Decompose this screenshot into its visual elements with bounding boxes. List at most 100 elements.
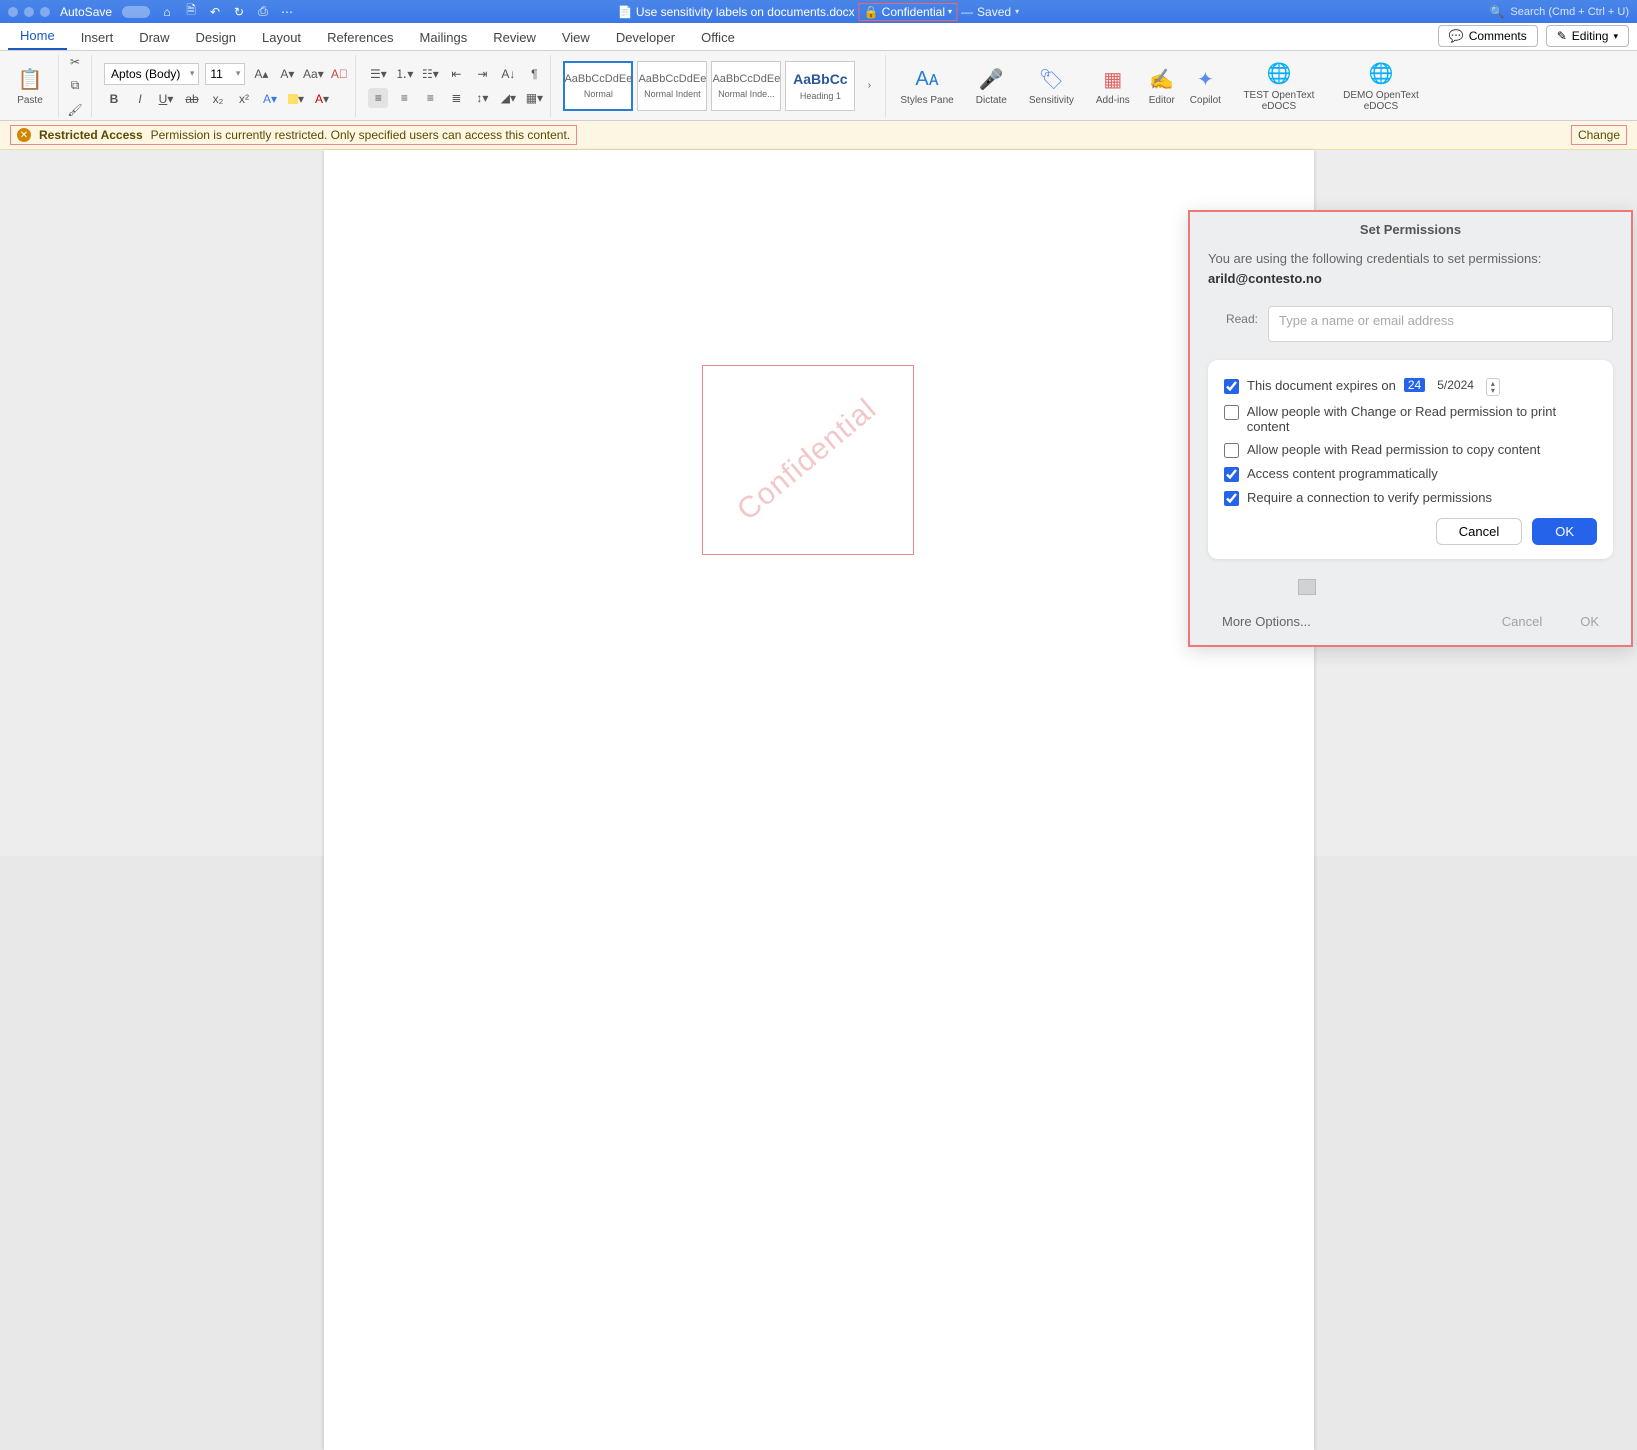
- sensitivity-badge[interactable]: 🔒 Confidential ▾: [859, 3, 957, 21]
- superscript-icon[interactable]: x²: [234, 89, 254, 109]
- dictate-button[interactable]: 🎤 Dictate: [968, 55, 1015, 117]
- paste-button[interactable]: 📋 Paste: [8, 55, 52, 117]
- editing-label: Editing: [1572, 29, 1609, 43]
- more-icon[interactable]: ⋯: [280, 5, 294, 19]
- font-color-icon[interactable]: A▾: [312, 89, 332, 109]
- copilot-button[interactable]: ✦ Copilot: [1186, 55, 1225, 117]
- style-label: Normal Indent: [644, 89, 701, 99]
- change-case-icon[interactable]: Aa▾: [303, 64, 323, 84]
- document-page[interactable]: Confidential: [324, 150, 1314, 1450]
- connection-option[interactable]: Require a connection to verify permissio…: [1224, 490, 1597, 506]
- shading-icon[interactable]: ◢▾: [498, 88, 518, 108]
- ribbon: 📋 Paste ✂ ⧉ 🖌 Aptos (Body) 11▾ A▴ A▾ Aa▾…: [0, 51, 1637, 121]
- allow-copy-option[interactable]: Allow people with Read permission to cop…: [1224, 442, 1597, 458]
- paragraph-marks-icon[interactable]: ¶: [524, 64, 544, 84]
- multilevel-icon[interactable]: ☷▾: [420, 64, 440, 84]
- chevron-down-icon[interactable]: ▾: [1015, 7, 1019, 16]
- tab-home[interactable]: Home: [8, 22, 67, 50]
- expires-option[interactable]: This document expires on 24 5/2024 ▴▾: [1224, 378, 1597, 396]
- format-painter-icon[interactable]: 🖌: [65, 100, 85, 120]
- undo-icon[interactable]: ↶: [208, 5, 222, 19]
- test-edocs-button[interactable]: 🌐 TEST OpenText eDOCS: [1231, 55, 1327, 117]
- demo-edocs-button[interactable]: 🌐 DEMO OpenText eDOCS: [1333, 55, 1429, 117]
- outer-ok-button[interactable]: OK: [1566, 608, 1613, 635]
- copy-icon[interactable]: ⧉: [65, 76, 85, 96]
- save-icon[interactable]: 🗎: [184, 5, 198, 19]
- highlight-icon[interactable]: ▾: [286, 89, 306, 109]
- align-right-icon[interactable]: ≡: [420, 88, 440, 108]
- increase-indent-icon[interactable]: ⇥: [472, 64, 492, 84]
- address-book-icon[interactable]: [1298, 579, 1316, 595]
- increase-font-icon[interactable]: A▴: [251, 64, 271, 84]
- allow-print-option[interactable]: Allow people with Change or Read permiss…: [1224, 404, 1597, 434]
- tab-layout[interactable]: Layout: [250, 24, 313, 50]
- clear-format-icon[interactable]: A⃠: [329, 64, 349, 84]
- search-hint[interactable]: Search (Cmd + Ctrl + U): [1510, 6, 1629, 18]
- minimize-window-icon[interactable]: [24, 7, 34, 17]
- editor-button[interactable]: ✍ Editor: [1144, 55, 1180, 117]
- align-justify-icon[interactable]: ≣: [446, 88, 466, 108]
- allow-print-checkbox[interactable]: [1224, 405, 1239, 420]
- programmatic-option[interactable]: Access content programmatically: [1224, 466, 1597, 482]
- style-heading1[interactable]: AaBbCc Heading 1: [785, 61, 855, 111]
- expires-date[interactable]: 5/2024: [1433, 378, 1478, 392]
- window-controls[interactable]: [8, 7, 50, 17]
- tab-draw[interactable]: Draw: [127, 24, 181, 50]
- programmatic-checkbox[interactable]: [1224, 467, 1239, 482]
- decrease-font-icon[interactable]: A▾: [277, 64, 297, 84]
- align-left-icon[interactable]: ≡: [368, 88, 388, 108]
- tab-references[interactable]: References: [315, 24, 405, 50]
- inner-cancel-button[interactable]: Cancel: [1436, 518, 1522, 545]
- redo-icon[interactable]: ↻: [232, 5, 246, 19]
- print-icon[interactable]: ⎙: [256, 5, 270, 19]
- tab-developer[interactable]: Developer: [604, 24, 687, 50]
- allow-copy-checkbox[interactable]: [1224, 443, 1239, 458]
- numbering-icon[interactable]: ⒈▾: [394, 64, 414, 84]
- italic-icon[interactable]: I: [130, 89, 150, 109]
- style-normal-indent[interactable]: AaBbCcDdEe Normal Indent: [637, 61, 707, 111]
- bold-icon[interactable]: B: [104, 89, 124, 109]
- line-spacing-icon[interactable]: ↕▾: [472, 88, 492, 108]
- autosave-toggle[interactable]: [122, 6, 150, 18]
- outer-cancel-button[interactable]: Cancel: [1488, 608, 1556, 635]
- demo-edocs-label: DEMO OpenText eDOCS: [1341, 90, 1421, 112]
- addins-button[interactable]: ▦ Add-ins: [1088, 55, 1138, 117]
- expires-checkbox[interactable]: [1224, 379, 1239, 394]
- font-size-select[interactable]: 11▾: [205, 63, 245, 85]
- borders-icon[interactable]: ▦▾: [524, 88, 544, 108]
- tab-mailings[interactable]: Mailings: [408, 24, 480, 50]
- font-family-select[interactable]: Aptos (Body): [104, 63, 199, 85]
- connection-checkbox[interactable]: [1224, 491, 1239, 506]
- sensitivity-button[interactable]: 🏷 Sensitivity: [1021, 55, 1082, 117]
- align-center-icon[interactable]: ≡: [394, 88, 414, 108]
- inner-ok-button[interactable]: OK: [1532, 518, 1597, 545]
- style-normal-inde[interactable]: AaBbCcDdEe Normal Inde...: [711, 61, 781, 111]
- read-input[interactable]: Type a name or email address: [1268, 306, 1613, 342]
- tab-design[interactable]: Design: [184, 24, 248, 50]
- editing-mode-button[interactable]: ✎ Editing ▾: [1546, 25, 1629, 47]
- subscript-icon[interactable]: x₂: [208, 89, 228, 109]
- strike-icon[interactable]: ab: [182, 89, 202, 109]
- tab-view[interactable]: View: [550, 24, 602, 50]
- close-window-icon[interactable]: [8, 7, 18, 17]
- cut-icon[interactable]: ✂: [65, 52, 85, 72]
- styles-pane-button[interactable]: Aᴀ Styles Pane: [892, 55, 961, 117]
- bullets-icon[interactable]: ☰▾: [368, 64, 388, 84]
- tab-insert[interactable]: Insert: [69, 24, 126, 50]
- sort-icon[interactable]: A↓: [498, 64, 518, 84]
- decrease-indent-icon[interactable]: ⇤: [446, 64, 466, 84]
- home-icon[interactable]: ⌂: [160, 5, 174, 19]
- change-permission-button[interactable]: Change: [1571, 125, 1627, 145]
- text-effects-icon[interactable]: A▾: [260, 89, 280, 109]
- style-normal[interactable]: AaBbCcDdEe Normal: [563, 61, 633, 111]
- expires-day[interactable]: 24: [1404, 378, 1425, 392]
- more-options-button[interactable]: More Options...: [1208, 608, 1325, 635]
- tab-office[interactable]: Office: [689, 24, 747, 50]
- underline-icon[interactable]: U▾: [156, 89, 176, 109]
- search-icon[interactable]: 🔍: [1489, 5, 1504, 19]
- styles-more-icon[interactable]: ›: [859, 76, 879, 96]
- date-stepper[interactable]: ▴▾: [1486, 378, 1500, 396]
- tab-review[interactable]: Review: [481, 24, 548, 50]
- comments-button[interactable]: 💬 Comments: [1438, 25, 1538, 47]
- zoom-window-icon[interactable]: [40, 7, 50, 17]
